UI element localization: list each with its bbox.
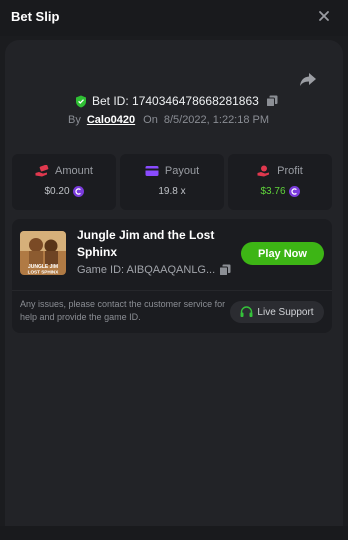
stat-label: Amount	[55, 165, 93, 177]
support-note: Any issues, please contact the customer …	[20, 299, 226, 322]
live-support-label: Live Support	[257, 306, 314, 318]
by-label: By	[68, 114, 81, 126]
profit-hand-icon	[257, 165, 270, 177]
headset-icon	[240, 306, 253, 317]
game-id-row: Game ID: AIBQAAQANLG...	[77, 264, 231, 276]
game-id-text: Game ID: AIBQAAQANLG...	[77, 264, 216, 276]
stat-payout: Payout 19.8 x	[120, 154, 224, 210]
bet-datetime: 8/5/2022, 1:22:18 PM	[163, 114, 270, 126]
thumb-caption-sphinx: LOST SPHINX	[28, 270, 60, 275]
copy-icon[interactable]	[219, 264, 231, 276]
share-icon[interactable]	[299, 71, 317, 87]
stat-label: Payout	[164, 165, 200, 177]
game-card: JUNGLE JIM LOST SPHINX Jungle Jim and th…	[12, 219, 332, 333]
coin-icon	[72, 186, 84, 197]
card-divider	[12, 290, 332, 291]
stat-profit: Profit $3.76	[228, 154, 332, 210]
stat-value: $0.20	[44, 186, 70, 197]
shield-check-icon	[76, 95, 86, 107]
stat-value: $3.76	[260, 186, 286, 197]
bet-owner-row: By Calo0420 On 8/5/2022, 1:22:18 PM	[68, 112, 269, 128]
money-hand-icon	[35, 165, 49, 177]
game-title[interactable]: Jungle Jim and the Lost Sphinx	[77, 227, 237, 261]
bet-id-text: Bet ID: 1740346478668281863	[92, 94, 259, 108]
live-support-button[interactable]: Live Support	[230, 301, 324, 323]
bet-id-row: Bet ID: 1740346478668281863	[75, 92, 278, 110]
copy-icon[interactable]	[265, 95, 278, 107]
page-title: Bet Slip	[11, 9, 60, 24]
coin-icon	[288, 186, 300, 197]
username-link[interactable]: Calo0420	[87, 114, 135, 126]
stat-amount: Amount $0.20	[12, 154, 116, 210]
on-label: On	[143, 114, 158, 126]
background-footer	[0, 526, 348, 540]
bet-stats: Amount $0.20 Payout 19.8 x Profit $3.76	[12, 154, 332, 210]
play-now-button[interactable]: Play Now	[241, 242, 324, 265]
card-icon	[145, 166, 159, 176]
bet-slip-header: Bet Slip	[0, 0, 348, 36]
close-icon[interactable]	[316, 8, 332, 24]
game-thumbnail[interactable]: JUNGLE JIM LOST SPHINX	[20, 231, 66, 275]
stat-value: 19.8 x	[158, 186, 186, 197]
stat-label: Profit	[277, 165, 303, 177]
